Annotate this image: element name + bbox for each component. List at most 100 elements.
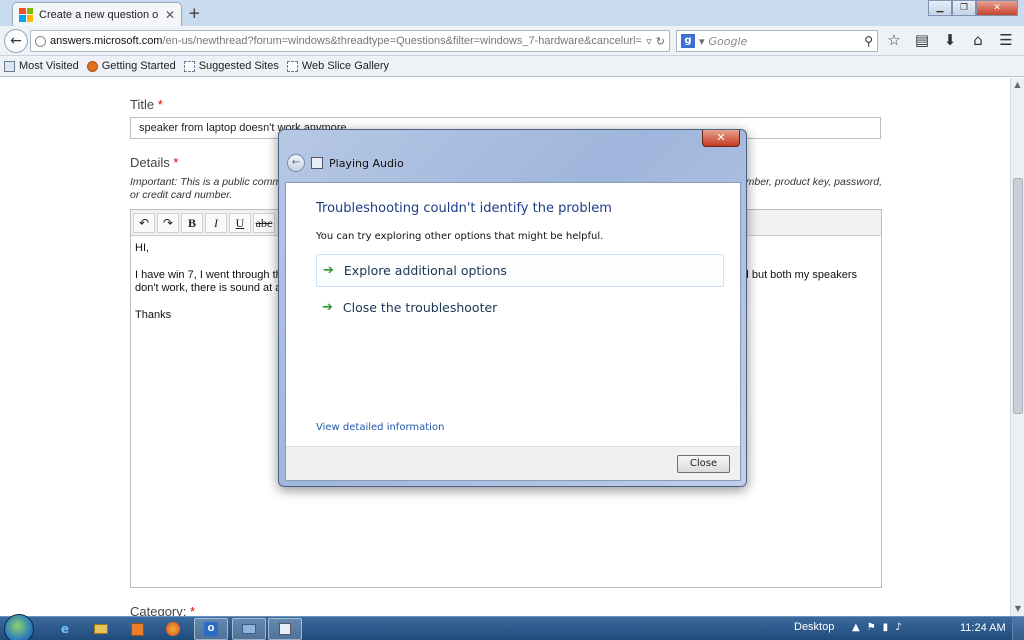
bookmark-most-visited[interactable]: Most Visited <box>4 60 79 72</box>
start-button[interactable] <box>4 614 34 640</box>
restore-icon[interactable]: ❐ <box>952 0 976 16</box>
outlook-icon[interactable]: O <box>194 618 228 640</box>
close-tab-icon[interactable]: ✕ <box>165 8 175 22</box>
strikethrough-icon[interactable]: abc <box>253 212 275 233</box>
bookmark-label: Suggested Sites <box>198 60 279 72</box>
url-text[interactable]: answers.microsoft.com/en-us/newthread?fo… <box>50 35 642 47</box>
body-text-left: I have win 7, I went through the <box>135 269 288 281</box>
important-note-left: Important: This is a public commu <box>130 176 287 188</box>
view-details-link[interactable]: View detailed information <box>316 422 444 433</box>
green-arrow-icon: ➔ <box>322 300 333 315</box>
important-note-line2: or credit card number. <box>130 189 233 201</box>
back-arrow-icon[interactable]: ← <box>4 29 28 53</box>
microsoft-logo-icon <box>19 7 33 22</box>
page-scrollbar[interactable]: ▲ ▼ <box>1010 78 1024 616</box>
dialog-subtext: You can try exploring other options that… <box>316 231 604 242</box>
firefox-icon <box>86 60 98 72</box>
toolbar-icons: ☆ ▤ ⬇ ⌂ ☰ <box>884 31 1016 49</box>
minimize-icon[interactable]: ▁ <box>928 0 952 16</box>
address-bar[interactable]: answers.microsoft.com/en-us/newthread?fo… <box>30 30 670 52</box>
explore-options-link[interactable]: ➔ Explore additional options <box>316 254 724 287</box>
search-bar[interactable]: g ▾ Google ⚲ <box>676 30 878 52</box>
back-arrow-icon[interactable]: ← <box>287 154 305 172</box>
firefox-taskbar-icon[interactable] <box>156 618 190 640</box>
bookmark-getting-started[interactable]: Getting Started <box>86 60 176 72</box>
web-slice-icon <box>183 60 195 72</box>
bookmarks-bar: Most Visited Getting Started Suggested S… <box>0 56 1024 77</box>
underline-icon[interactable]: U <box>229 212 251 233</box>
web-slice-icon <box>286 60 298 72</box>
close-troubleshooter-link[interactable]: ➔ Close the troubleshooter <box>316 291 724 324</box>
scroll-down-icon[interactable]: ▼ <box>1011 602 1024 616</box>
window-controls: ▁ ❐ ✕ <box>928 0 1018 16</box>
body-text-right: d but both my speakers <box>742 269 857 281</box>
url-path: /en-us/newthread?forum=windows&threadtyp… <box>162 35 642 47</box>
close-button[interactable]: Close <box>677 455 730 473</box>
control-panel-icon[interactable] <box>232 618 266 640</box>
media-player-icon[interactable] <box>120 618 154 640</box>
option-label: Explore additional options <box>343 263 507 278</box>
dialog-content: Troubleshooting couldn't identify the pr… <box>285 182 741 481</box>
dialog-footer: Close <box>286 446 740 480</box>
required-mark: * <box>173 155 179 170</box>
bookmark-star-icon[interactable]: ☆ <box>884 31 904 49</box>
required-mark: * <box>190 604 196 616</box>
site-identity-icon[interactable] <box>35 35 46 47</box>
dialog-close-icon[interactable]: ✕ <box>702 130 740 147</box>
browser-nav-bar: ← answers.microsoft.com/en-us/newthread?… <box>0 26 1024 56</box>
desktop-toolbar-label[interactable]: Desktop <box>794 621 834 633</box>
details-label-text: Details <box>130 155 170 170</box>
internet-explorer-icon[interactable]: e <box>48 618 82 640</box>
google-engine-icon[interactable]: g <box>681 34 695 48</box>
undo-icon[interactable]: ↶ <box>133 212 155 233</box>
url-domain: answers.microsoft.com <box>50 35 163 47</box>
search-input[interactable]: Google <box>709 35 861 48</box>
bookmark-suggested-sites[interactable]: Suggested Sites <box>183 60 279 72</box>
option-label: Close the troubleshooter <box>342 300 498 315</box>
menu-icon[interactable]: ☰ <box>996 31 1016 49</box>
browser-tab-bar: Create a new question or st... ✕ + ▁ ❐ ✕ <box>0 0 1024 26</box>
new-tab-button[interactable]: + <box>188 4 201 22</box>
category-label-text: Category: <box>130 604 187 616</box>
bookmark-folder-icon <box>4 60 15 72</box>
clock[interactable]: 11:24 AM <box>960 622 1006 634</box>
system-tray: ▲ ⚑ ▮ ♪ <box>852 622 902 633</box>
network-icon[interactable]: ▮ <box>883 622 889 633</box>
close-window-icon[interactable]: ✕ <box>976 0 1018 16</box>
redo-icon[interactable]: ↷ <box>157 212 179 233</box>
downloads-icon[interactable]: ⬇ <box>940 31 960 49</box>
green-arrow-icon: ➔ <box>323 263 334 278</box>
dropdown-icon[interactable]: ▿ <box>646 35 652 48</box>
details-label: Details * <box>130 155 178 170</box>
show-desktop-button[interactable] <box>1012 617 1024 640</box>
scrollbar-thumb[interactable] <box>1013 178 1023 414</box>
bookmark-web-slice-gallery[interactable]: Web Slice Gallery <box>286 60 390 72</box>
bookmark-label: Most Visited <box>19 60 79 72</box>
troubleshooter-dialog: ✕ ← Playing Audio Troubleshooting couldn… <box>278 129 747 487</box>
taskbar: e O Desktop ▲ ⚑ ▮ ♪ 11:24 AM <box>0 614 1024 640</box>
troubleshooter-app-icon <box>311 157 323 169</box>
dialog-header: ← Playing Audio <box>287 154 404 172</box>
bold-icon[interactable]: B <box>181 212 203 233</box>
italic-icon[interactable]: I <box>205 212 227 233</box>
home-icon[interactable]: ⌂ <box>968 31 988 49</box>
title-label: Title * <box>130 97 163 112</box>
important-note-right: umber, product key, password, <box>739 176 882 188</box>
scroll-up-icon[interactable]: ▲ <box>1011 78 1024 92</box>
search-icon[interactable]: ⚲ <box>864 34 873 48</box>
engine-dropdown-icon[interactable]: ▾ <box>699 35 705 48</box>
tab-title: Create a new question or st... <box>39 8 159 21</box>
title-label-text: Title <box>130 97 155 112</box>
dialog-heading: Troubleshooting couldn't identify the pr… <box>316 201 612 216</box>
bookmark-label: Web Slice Gallery <box>301 60 390 72</box>
reload-icon[interactable]: ↻ <box>656 35 665 48</box>
dialog-window-title: Playing Audio <box>329 156 404 170</box>
action-center-icon[interactable]: ⚑ <box>867 622 876 633</box>
bookmark-label: Getting Started <box>101 60 176 72</box>
troubleshooter-taskbar-icon[interactable] <box>268 618 302 640</box>
browser-tab[interactable]: Create a new question or st... ✕ <box>12 2 182 26</box>
volume-icon[interactable]: ♪ <box>895 622 901 633</box>
reading-list-icon[interactable]: ▤ <box>912 31 932 49</box>
file-explorer-icon[interactable] <box>84 618 118 640</box>
tray-overflow-icon[interactable]: ▲ <box>852 622 860 633</box>
